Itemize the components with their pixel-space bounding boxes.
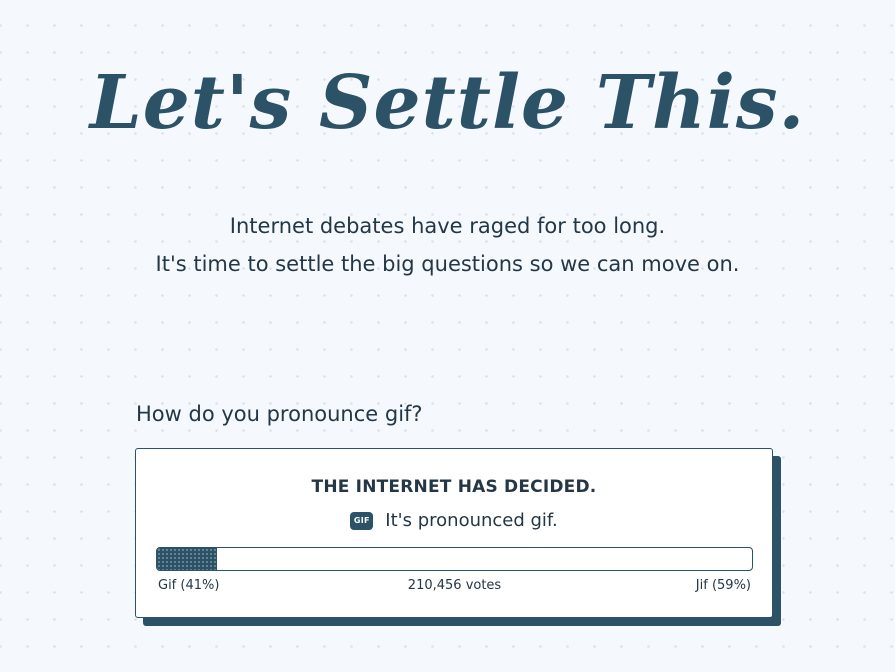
vote-count-label: 210,456 votes (407, 578, 502, 593)
verdict-heading: THE INTERNET HAS DECIDED. (311, 477, 597, 497)
page-title: Let's Settle This. (89, 60, 806, 146)
intro-line-1: Internet debates have raged for too long… (229, 214, 666, 238)
answer-row: GIF It's pronounced gif. (136, 510, 772, 531)
vote-progress-bar (156, 547, 753, 571)
answer-text: It's pronounced gif. (385, 510, 558, 531)
jif-percentage-label: Jif (59%) (695, 578, 751, 593)
vote-progress-fill (157, 548, 217, 570)
result-card: THE INTERNET HAS DECIDED. GIF It's prono… (135, 448, 773, 618)
poll-question: How do you pronounce gif? (136, 402, 423, 426)
gif-badge-icon: GIF (350, 511, 374, 530)
intro-line-2: It's time to settle the big questions so… (155, 252, 740, 276)
